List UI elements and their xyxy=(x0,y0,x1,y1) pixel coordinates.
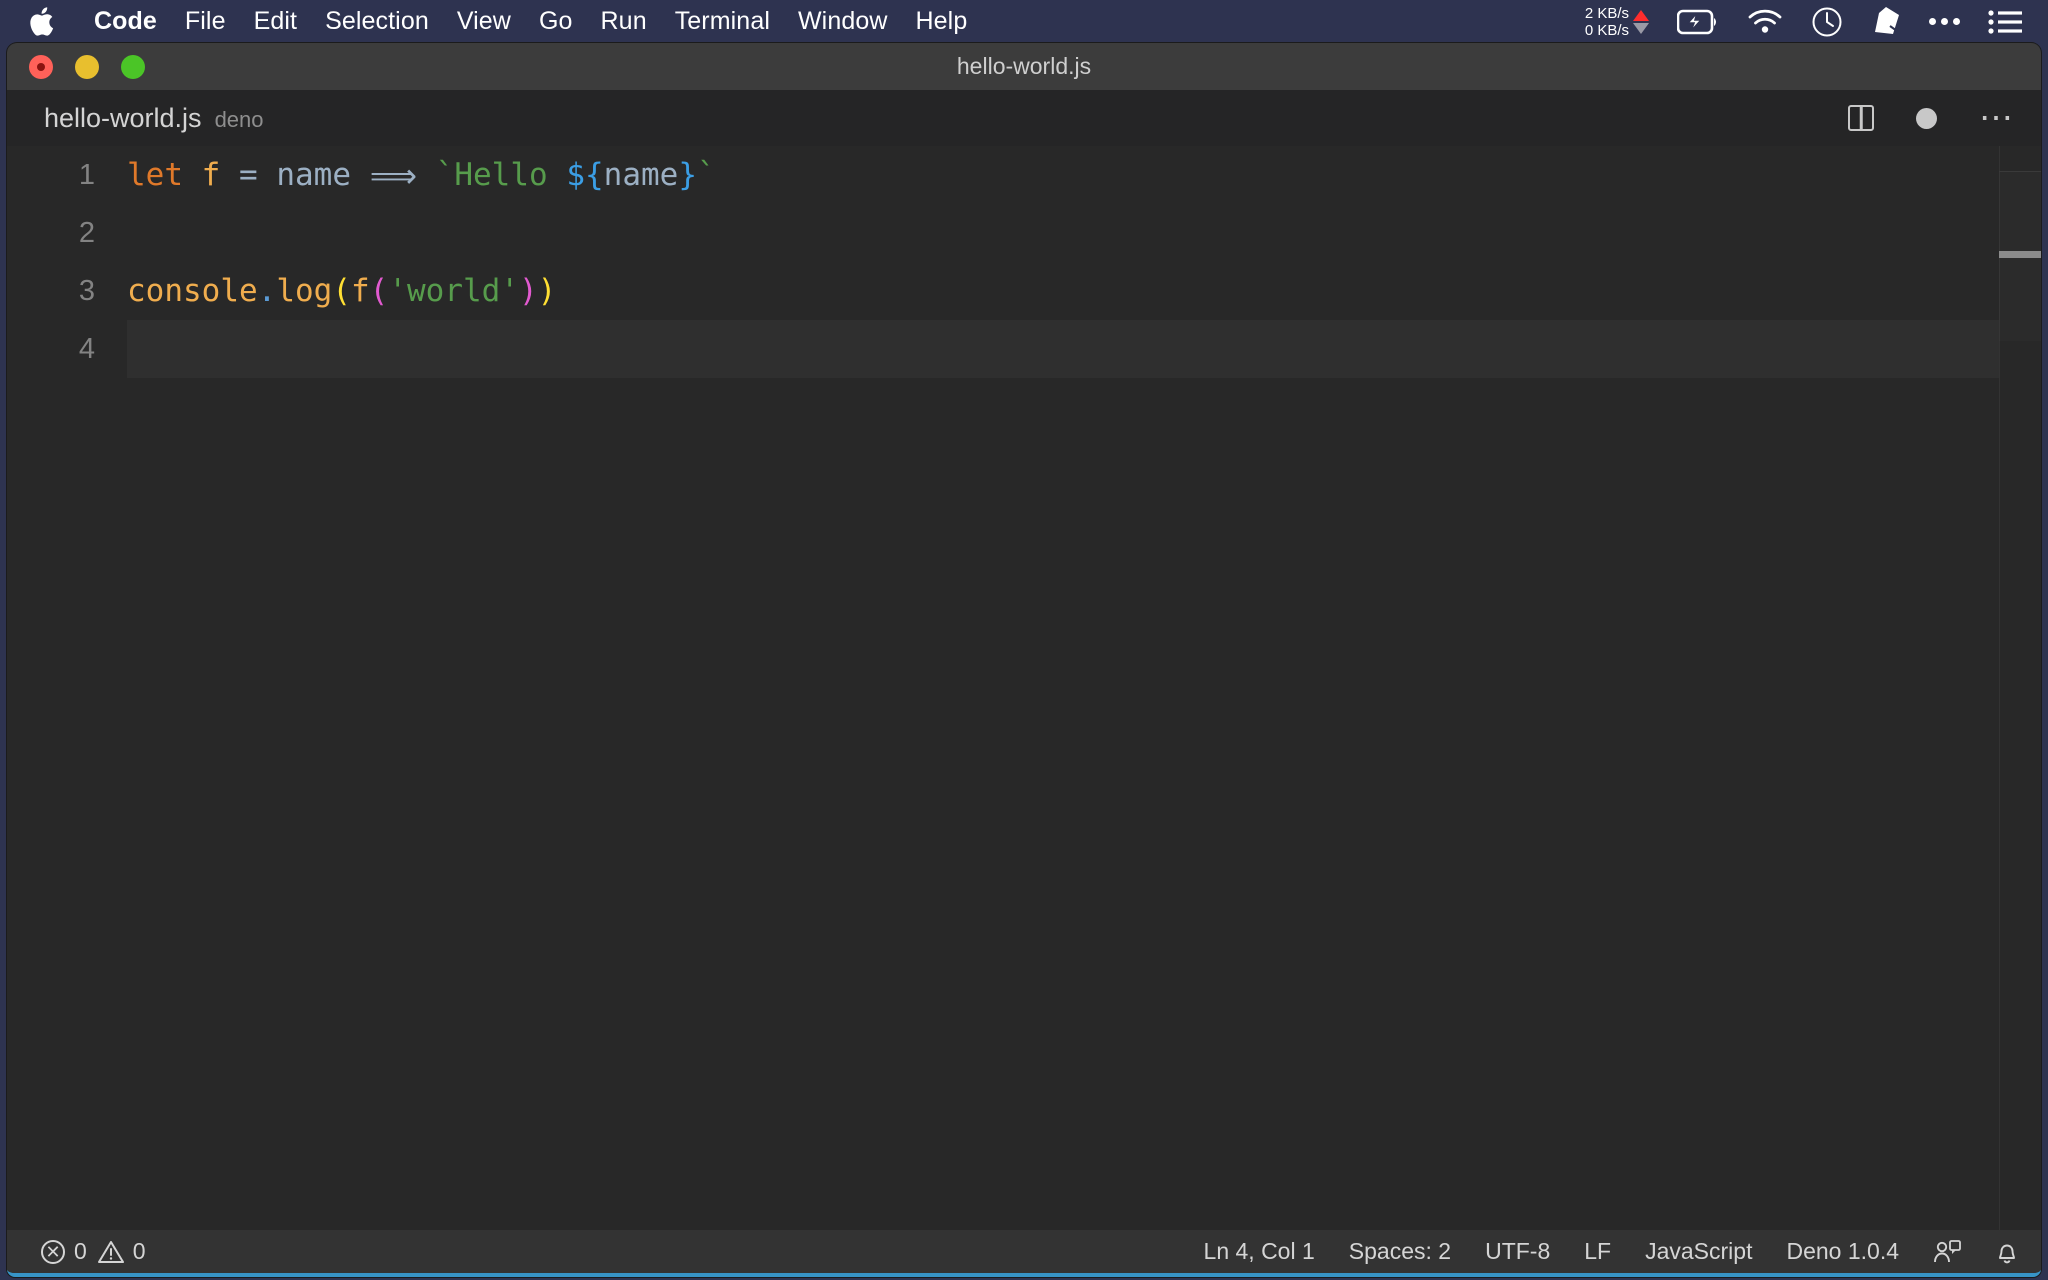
line-content[interactable]: let f = name ⟹ `Hello ${name} ` xyxy=(127,146,2041,204)
network-arrows xyxy=(1633,9,1649,34)
menu-item-go[interactable]: Go xyxy=(525,0,587,43)
code-line[interactable]: 4 xyxy=(7,320,2041,378)
code-token: ) xyxy=(537,273,557,309)
editor-breadcrumb-bar: hello-world.js deno ⋯ xyxy=(7,90,2041,146)
code-token: ${ xyxy=(566,157,604,193)
editor-actions: ⋯ xyxy=(1848,90,2015,146)
breadcrumb-file[interactable]: hello-world.js xyxy=(44,103,202,134)
code-token: ( xyxy=(332,273,351,309)
more-actions-icon[interactable]: ⋯ xyxy=(1979,101,2015,135)
vscode-window: hello-world.js hello-world.js deno ⋯ 1 le… xyxy=(7,43,2041,1277)
code-lines-container: 1 let f = name ⟹ `Hello ${name} ` 2 3 console… xyxy=(7,146,2041,378)
line-number: 3 xyxy=(78,274,95,307)
code-token: f xyxy=(201,157,221,193)
code-token: ) xyxy=(519,273,538,309)
code-token: console xyxy=(127,273,258,309)
ellipsis-icon[interactable] xyxy=(1929,18,1960,25)
status-indentation[interactable]: Spaces: 2 xyxy=(1349,1238,1451,1265)
download-arrow-icon xyxy=(1633,22,1649,34)
menu-item-terminal[interactable]: Terminal xyxy=(661,0,784,43)
line-content[interactable]: console. log(f('world')) xyxy=(127,262,2041,320)
status-bar-left: ✕ 0 0 xyxy=(41,1238,146,1265)
warning-count: 0 xyxy=(132,1238,146,1264)
menu-item-view[interactable]: View xyxy=(443,0,525,43)
line-number: 2 xyxy=(78,216,95,249)
status-warnings[interactable]: 0 xyxy=(97,1238,146,1265)
line-number: 4 xyxy=(78,332,95,365)
upload-rate: 2 KB/s xyxy=(1584,4,1629,22)
status-bar: ✕ 0 0 Ln 4, Col 1 Spaces: 2 UTF-8 LF Jav… xyxy=(7,1230,2041,1273)
minimap-scroll-marker[interactable] xyxy=(1999,251,2041,258)
menu-item-file[interactable]: File xyxy=(171,0,240,43)
menu-item-run[interactable]: Run xyxy=(587,0,661,43)
code-token: . xyxy=(257,273,277,309)
breadcrumb-tag[interactable]: deno xyxy=(215,107,264,133)
menu-item-code[interactable]: Code xyxy=(80,0,171,43)
close-button[interactable] xyxy=(29,54,53,79)
code-token: `Hello xyxy=(435,157,567,193)
warning-icon xyxy=(97,1240,124,1264)
clock-icon[interactable] xyxy=(1811,6,1843,38)
window-title: hello-world.js xyxy=(956,53,1092,79)
menu-item-help[interactable]: Help xyxy=(902,0,982,43)
status-encoding[interactable]: UTF-8 xyxy=(1485,1238,1550,1265)
notifications-bell-icon[interactable] xyxy=(1995,1239,2019,1265)
code-token: name xyxy=(603,157,679,193)
menu-item-window[interactable]: Window xyxy=(784,0,902,43)
window-title-bar: hello-world.js xyxy=(7,43,2041,90)
code-token: = xyxy=(239,157,258,193)
code-token: ( xyxy=(369,273,389,309)
editor-minimap[interactable] xyxy=(1999,146,2041,1230)
traffic-lights xyxy=(29,54,145,79)
menu-bar-status-area: 2 KB/s 0 KB/s xyxy=(1585,0,2048,43)
maximize-button[interactable] xyxy=(121,54,145,79)
control-center-list-icon[interactable] xyxy=(1988,9,2022,35)
dropbox-icon[interactable] xyxy=(1871,6,1901,38)
code-token: log xyxy=(276,273,333,309)
breadcrumb[interactable]: hello-world.js deno xyxy=(44,103,264,134)
code-line[interactable]: 2 xyxy=(7,204,2041,262)
apple-logo-icon[interactable] xyxy=(28,6,54,38)
code-token: ⟹ xyxy=(369,155,417,195)
code-token: let xyxy=(127,157,183,193)
code-editor[interactable]: 1 let f = name ⟹ `Hello ${name} ` 2 3 console… xyxy=(7,146,2041,1230)
line-content[interactable] xyxy=(127,320,2041,378)
line-number: 1 xyxy=(78,158,95,191)
code-line[interactable]: 3 console. log(f('world')) xyxy=(7,262,2041,320)
status-errors[interactable]: ✕ 0 xyxy=(41,1238,87,1265)
status-runtime[interactable]: Deno 1.0.4 xyxy=(1786,1238,1899,1265)
feedback-smiley-icon[interactable] xyxy=(1933,1239,1961,1265)
code-token: ` xyxy=(696,157,716,193)
status-language-mode[interactable]: JavaScript xyxy=(1645,1238,1752,1265)
unsaved-dot-icon[interactable] xyxy=(1916,107,1937,129)
upload-arrow-icon xyxy=(1633,9,1649,21)
network-speed-indicator[interactable]: 2 KB/s 0 KB/s xyxy=(1585,5,1649,39)
code-token: f xyxy=(351,273,370,309)
code-line[interactable]: 1 let f = name ⟹ `Hello ${name} ` xyxy=(7,146,2041,204)
code-token: 'world' xyxy=(388,273,519,309)
code-token: } xyxy=(678,157,697,193)
wifi-icon[interactable] xyxy=(1747,9,1783,35)
status-eol[interactable]: LF xyxy=(1584,1238,1611,1265)
battery-charging-icon[interactable] xyxy=(1677,9,1719,35)
macos-menu-bar: Code File Edit Selection View Go Run Ter… xyxy=(0,0,2048,43)
error-icon: ✕ xyxy=(41,1239,65,1264)
download-rate: 0 KB/s xyxy=(1584,21,1629,39)
minimize-button[interactable] xyxy=(75,54,99,79)
error-count: 0 xyxy=(74,1238,87,1264)
status-bar-right: Ln 4, Col 1 Spaces: 2 UTF-8 LF JavaScrip… xyxy=(1204,1238,2019,1265)
status-cursor-position[interactable]: Ln 4, Col 1 xyxy=(1204,1238,1315,1265)
split-editor-icon[interactable] xyxy=(1848,105,1874,131)
menu-item-edit[interactable]: Edit xyxy=(240,0,311,43)
menu-item-selection[interactable]: Selection xyxy=(311,0,443,43)
line-content[interactable] xyxy=(127,204,2041,262)
code-token: name xyxy=(276,157,352,193)
